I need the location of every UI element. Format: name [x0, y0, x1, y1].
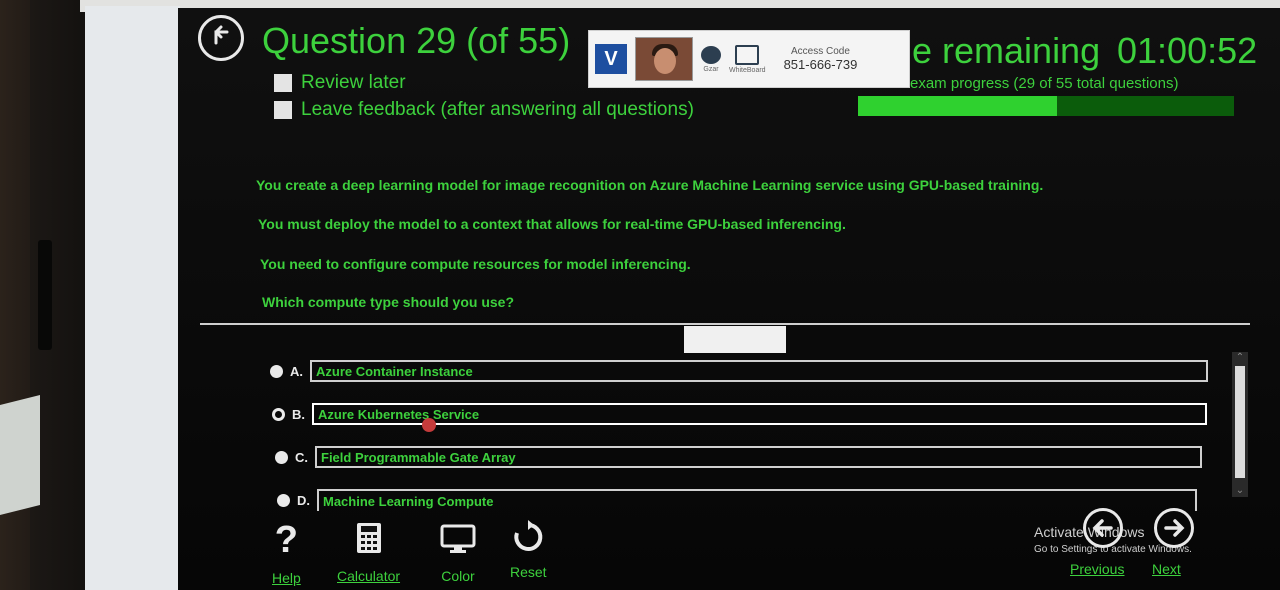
reset-icon: [514, 520, 543, 551]
option-c[interactable]: C. Field Programmable Gate Array: [275, 446, 1202, 468]
option-c-letter: C.: [295, 449, 308, 465]
reset-label[interactable]: Reset: [510, 564, 547, 580]
scroll-up-icon[interactable]: ⌃: [1232, 352, 1248, 364]
next-button[interactable]: [1154, 508, 1194, 548]
next-label[interactable]: Next: [1152, 561, 1181, 577]
reset-tool[interactable]: Reset: [510, 520, 547, 580]
option-d-radio[interactable]: [277, 493, 290, 507]
option-a[interactable]: A. Azure Container Instance: [270, 360, 1208, 382]
proctor-logo-icon: V: [595, 44, 627, 74]
leave-feedback-label: Leave feedback (after answering all ques…: [301, 99, 694, 120]
next-arrow-icon: [1164, 519, 1185, 537]
leave-feedback-checkbox[interactable]: [274, 101, 292, 119]
mouse-cursor: [422, 418, 436, 432]
access-code-value: 851-666-739: [783, 57, 858, 72]
side-panel: [85, 6, 180, 590]
previous-label[interactable]: Previous: [1070, 561, 1124, 577]
time-remaining-value: 01:00:52: [1117, 30, 1258, 71]
back-arrow-icon: [214, 25, 229, 45]
color-tool[interactable]: Color: [440, 524, 476, 584]
bezel-slot: [38, 240, 52, 350]
keyboard-edge: [0, 395, 40, 515]
option-a-radio[interactable]: [270, 364, 283, 378]
review-later-row[interactable]: Review later: [274, 72, 406, 94]
option-b-radio[interactable]: [272, 407, 285, 421]
option-a-text[interactable]: Azure Container Instance: [310, 360, 1208, 382]
access-code: Access Code 851-666-739: [784, 46, 858, 72]
option-d[interactable]: D. Machine Learning Compute: [277, 489, 1197, 511]
option-c-text[interactable]: Field Programmable Gate Array: [315, 446, 1202, 468]
whiteboard-tool[interactable]: WhiteBoard: [729, 44, 766, 74]
exam-progress-fill: [858, 96, 1058, 116]
option-b-letter: B.: [292, 406, 305, 422]
option-c-radio[interactable]: [275, 450, 288, 464]
webcam-preview: [635, 37, 693, 81]
question-line-2: You must deploy the model to a context t…: [258, 216, 846, 232]
access-code-label: Access Code: [790, 46, 850, 57]
pane-divider: [200, 323, 1250, 325]
whiteboard-label: WhiteBoard: [729, 66, 766, 74]
question-line-1: You create a deep learning model for ima…: [256, 177, 1044, 193]
option-b[interactable]: B. Azure Kubernetes Service: [272, 403, 1207, 425]
scroll-down-icon[interactable]: ⌄: [1232, 485, 1248, 497]
color-label[interactable]: Color: [441, 568, 474, 584]
whiteboard-icon: [735, 44, 760, 65]
chat-tool[interactable]: Gzar: [701, 45, 721, 73]
options-scrollbar[interactable]: ⌃ ⌄: [1232, 352, 1248, 497]
pane-splitter-handle[interactable]: [684, 326, 786, 353]
calculator-icon: [356, 523, 381, 553]
calculator-tool[interactable]: Calculator: [337, 522, 400, 584]
question-title: Question 29 (of 55): [262, 20, 571, 61]
question-mark-icon: ?: [274, 519, 298, 561]
question-line-4: Which compute type should you use?: [262, 294, 515, 310]
review-later-checkbox[interactable]: [274, 74, 292, 92]
chat-icon: [701, 45, 721, 64]
review-later-label: Review later: [301, 72, 406, 93]
chat-label: Gzar: [703, 65, 719, 73]
scroll-thumb[interactable]: [1235, 366, 1245, 478]
option-a-letter: A.: [290, 363, 303, 379]
previous-arrow-icon: [1092, 519, 1113, 537]
time-remaining-label: e remaining: [912, 30, 1101, 71]
exam-progress-bar: [858, 96, 1234, 116]
question-line-3: You need to configure compute resources …: [260, 256, 691, 272]
option-d-letter: D.: [297, 492, 310, 508]
monitor-icon: [440, 524, 476, 553]
option-d-text[interactable]: Machine Learning Compute: [317, 489, 1197, 511]
help-label[interactable]: Help: [272, 570, 301, 586]
proctor-toolbar: V Gzar WhiteBoard Access Code 851-666-73…: [588, 30, 910, 88]
option-b-text[interactable]: Azure Kubernetes Service: [312, 403, 1207, 425]
exam-progress-label: exam progress (29 of 55 total questions): [910, 75, 1179, 92]
calculator-label[interactable]: Calculator: [337, 568, 400, 584]
back-button[interactable]: [198, 15, 244, 61]
help-tool[interactable]: ? Help: [272, 520, 301, 586]
previous-button[interactable]: [1083, 508, 1123, 548]
leave-feedback-row[interactable]: Leave feedback (after answering all ques…: [274, 99, 694, 121]
